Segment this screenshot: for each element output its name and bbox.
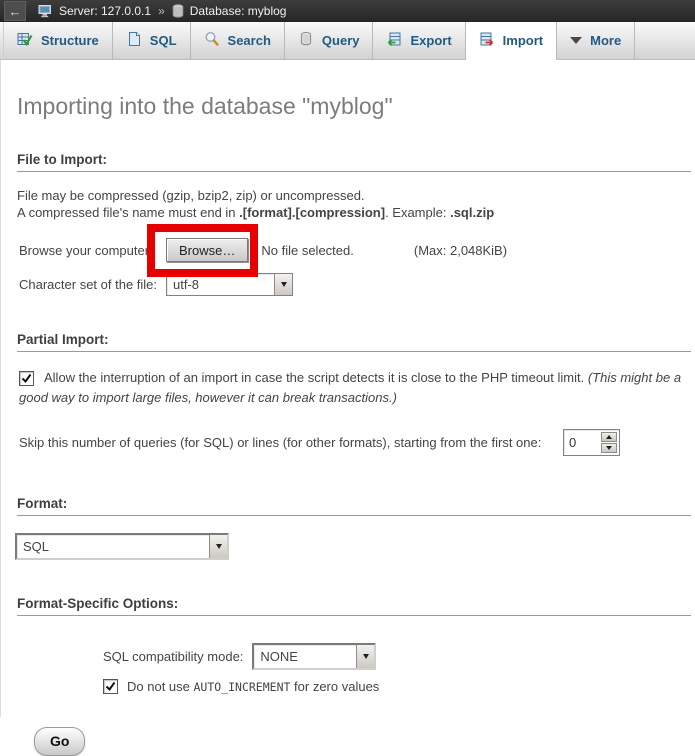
compression-example: .sql.zip: [450, 205, 494, 220]
allow-interrupt-label: Allow the interruption of an import in c…: [44, 370, 588, 385]
tab-query[interactable]: Query: [285, 22, 374, 59]
spinner-down-button[interactable]: [601, 443, 617, 453]
tab-label: Search: [228, 33, 271, 48]
charset-select[interactable]: utf-8: [166, 273, 293, 296]
chevron-down-icon: [570, 37, 582, 44]
tab-search[interactable]: Search: [191, 22, 285, 59]
tabbar-filler: [635, 22, 695, 59]
format-select[interactable]: SQL: [15, 533, 229, 560]
server-icon: [38, 4, 53, 18]
charset-label: Character set of the file:: [19, 277, 166, 292]
tab-export[interactable]: Export: [373, 22, 465, 59]
browse-label: Browse your computer:: [19, 243, 166, 258]
breadcrumb-database[interactable]: Database: myblog: [190, 4, 287, 18]
query-icon: [298, 31, 314, 50]
export-icon: [386, 31, 402, 50]
breadcrumb-server[interactable]: Server: 127.0.0.1: [59, 4, 151, 18]
spinner-up-button[interactable]: [601, 432, 617, 442]
breadcrumb-bar: ← Server: 127.0.0.1 » Database: myblog: [0, 0, 695, 22]
structure-icon: [17, 31, 33, 50]
no-file-selected-text: No file selected.: [261, 243, 354, 258]
sql-compatibility-select[interactable]: NONE: [252, 643, 376, 670]
tab-label: More: [590, 33, 621, 48]
auto-increment-label-prefix: Do not use: [127, 679, 194, 694]
sql-compatibility-value: NONE: [254, 645, 304, 668]
file-upload-row: Browse your computer: Browse… No file se…: [17, 238, 691, 262]
sql-icon: [126, 31, 142, 50]
charset-selected-value: utf-8: [167, 274, 205, 295]
sql-compatibility-label: SQL compatibility mode:: [103, 649, 243, 664]
import-form: Importing into the database "myblog" Fil…: [0, 60, 695, 717]
back-button[interactable]: ←: [4, 1, 26, 21]
compression-line1: File may be compressed (gzip, bzip2, zip…: [17, 188, 365, 203]
section-heading-partial-import: Partial Import:: [17, 332, 691, 352]
sql-compatibility-row: SQL compatibility mode: NONE: [101, 643, 691, 670]
tab-label: Import: [503, 33, 543, 48]
auto-increment-option: Do not use AUTO_INCREMENT for zero value…: [101, 679, 691, 694]
auto-increment-checkbox[interactable]: [103, 679, 118, 694]
charset-row: Character set of the file: utf-8: [17, 273, 691, 296]
compression-format-pattern: .[format].[compression]: [239, 205, 385, 220]
auto-increment-label: Do not use AUTO_INCREMENT for zero value…: [127, 679, 379, 694]
page-title: Importing into the database "myblog": [17, 60, 691, 120]
phpmyadmin-import-page: ← Server: 127.0.0.1 » Database: myblog: [0, 0, 695, 716]
allow-interrupt-option: Allow the interruption of an import in c…: [17, 368, 687, 408]
tab-label: Query: [322, 33, 360, 48]
dropdown-arrow-icon: [274, 274, 292, 295]
tab-sql[interactable]: SQL: [113, 22, 191, 59]
tab-structure[interactable]: Structure: [3, 22, 113, 59]
spinner-buttons: [599, 430, 619, 455]
tab-import[interactable]: Import: [466, 22, 557, 60]
database-icon: [172, 4, 184, 18]
tab-bar: Structure SQL Search: [0, 22, 695, 60]
compression-line2-prefix: A compressed file's name must end in: [17, 205, 239, 220]
section-heading-file-to-import: File to Import:: [17, 152, 691, 172]
dropdown-arrow-icon: [356, 645, 374, 668]
skip-queries-label: Skip this number of queries (for SQL) or…: [19, 435, 563, 450]
breadcrumb-separator: »: [158, 4, 165, 18]
skip-queries-row: Skip this number of queries (for SQL) or…: [17, 429, 691, 456]
tab-label: Structure: [41, 33, 99, 48]
browse-button[interactable]: Browse…: [166, 238, 248, 262]
form-footer: Go: [17, 694, 691, 756]
tab-more[interactable]: More: [557, 22, 635, 59]
auto-increment-code: AUTO_INCREMENT: [194, 680, 291, 694]
format-selected-value: SQL: [17, 535, 55, 558]
search-icon: [204, 31, 220, 50]
skip-queries-value: 0: [564, 430, 599, 455]
file-input-divider: [252, 238, 253, 262]
tab-label: Export: [410, 33, 451, 48]
tab-label: SQL: [150, 33, 177, 48]
section-heading-format: Format:: [17, 496, 691, 516]
compression-line2-mid: . Example:: [385, 205, 450, 220]
go-button[interactable]: Go: [34, 727, 85, 756]
section-heading-format-specific: Format-Specific Options:: [17, 596, 691, 616]
skip-queries-input[interactable]: 0: [563, 429, 620, 456]
dropdown-arrow-icon: [209, 535, 227, 558]
allow-interrupt-checkbox[interactable]: [19, 371, 34, 386]
compression-note: File may be compressed (gzip, bzip2, zip…: [17, 187, 691, 221]
max-size-note: (Max: 2,048KiB): [414, 243, 507, 258]
auto-increment-label-suffix: for zero values: [290, 679, 379, 694]
import-icon: [479, 31, 495, 50]
